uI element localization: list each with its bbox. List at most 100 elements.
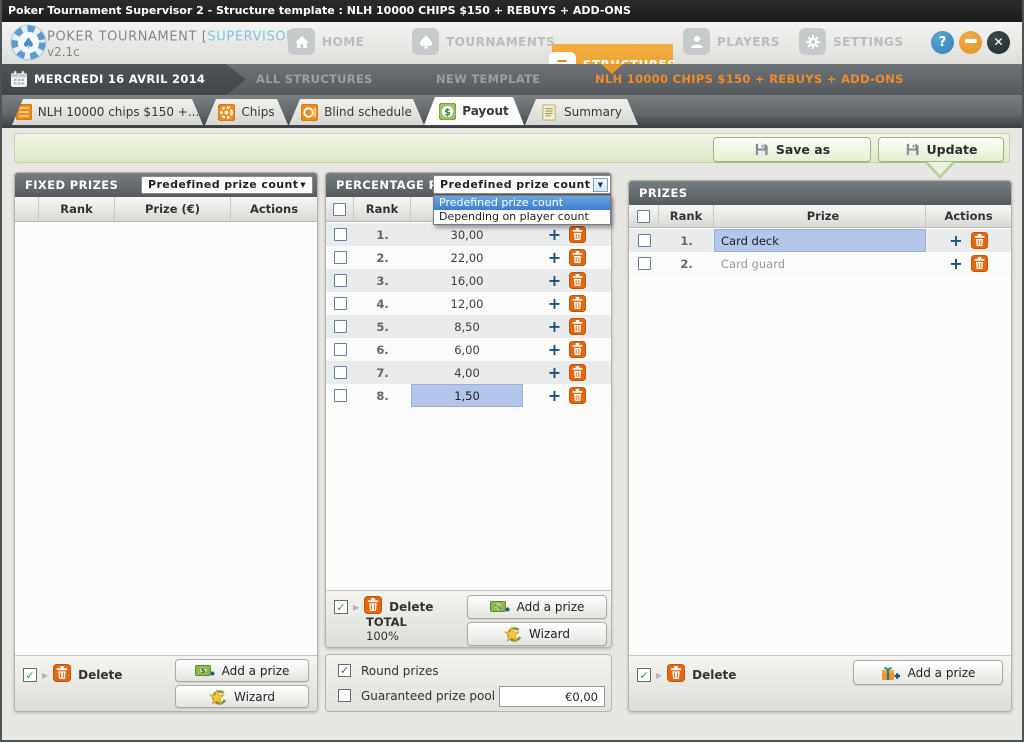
dropdown-option[interactable]: Depending on player count [434, 210, 610, 224]
delete-label[interactable]: Delete [389, 600, 433, 614]
trash-icon[interactable] [569, 226, 586, 243]
prize-value-cell[interactable]: 6,00 [411, 338, 523, 361]
prize-name-cell[interactable]: Card deck [714, 229, 926, 252]
trash-icon[interactable] [569, 341, 586, 358]
minimize-button[interactable] [959, 31, 982, 54]
prize-value-cell[interactable]: 22,00 [411, 246, 523, 269]
row-checkbox[interactable] [638, 257, 651, 270]
chevron-down-icon[interactable]: ▼ [593, 178, 608, 192]
breadcrumb-new-template[interactable]: NEW TEMPLATE [436, 64, 540, 95]
add-fixed-prize-button[interactable]: $ Add a prize [175, 659, 309, 682]
trash-icon[interactable] [569, 387, 586, 404]
table-row[interactable]: 1.Card deck+ [629, 229, 1011, 252]
table-row[interactable]: 1.30,00+ [326, 223, 611, 246]
trash-icon[interactable] [569, 272, 586, 289]
plus-icon[interactable]: + [949, 257, 962, 271]
table-row[interactable]: 7.4,00+ [326, 361, 611, 384]
tab-structure-template[interactable]: NLH 10000 chips $150 +... [12, 99, 203, 125]
help-button[interactable]: ? [931, 31, 954, 54]
plus-icon[interactable]: + [548, 251, 561, 265]
breadcrumb-all-structures[interactable]: ALL STRUCTURES [256, 64, 373, 95]
trash-icon[interactable] [569, 364, 586, 381]
prize-value-cell[interactable]: 4,00 [411, 361, 523, 384]
select-all-checkbox[interactable] [637, 210, 650, 223]
row-checkbox[interactable] [334, 366, 347, 379]
prize-value-cell[interactable]: 30,00 [411, 223, 523, 246]
percentage-prizes-wizard-button[interactable]: Wizard [467, 622, 607, 646]
breadcrumb-date[interactable]: MERCREDI 16 AVRIL 2014 [34, 64, 205, 95]
fixed-prizes-wizard-button[interactable]: Wizard [175, 685, 309, 708]
prize-value-cell[interactable]: 12,00 [411, 292, 523, 315]
delete-label[interactable]: Delete [78, 668, 122, 682]
guaranteed-prize-pool-checkbox[interactable] [338, 689, 351, 702]
trash-icon[interactable] [667, 664, 685, 686]
mode-dropdown-open-list: Predefined prize count Depending on play… [433, 195, 611, 225]
add-material-prize-button[interactable]: Add a prize [853, 660, 1003, 685]
row-checkbox[interactable] [334, 320, 347, 333]
tab-blind-schedule[interactable]: Blind schedule [289, 99, 424, 125]
table-row[interactable]: 8.1,50+ [326, 384, 611, 407]
row-checkbox[interactable] [334, 297, 347, 310]
trash-icon[interactable] [971, 255, 988, 272]
close-button[interactable]: ✕ [987, 31, 1010, 54]
plus-icon[interactable]: + [548, 389, 561, 403]
table-row[interactable]: 5.8,50+ [326, 315, 611, 338]
prize-value-cell[interactable]: 16,00 [411, 269, 523, 292]
row-checkbox[interactable] [334, 228, 347, 241]
row-checkbox[interactable] [334, 251, 347, 264]
plus-icon[interactable]: + [548, 228, 561, 242]
delete-all-checkbox[interactable]: ✓ [23, 668, 37, 682]
prizes-rows: 1.Card deck+2.Card guard+ [629, 229, 1011, 655]
nav-item-players[interactable]: PLAYERS [683, 28, 780, 55]
table-row[interactable]: 6.6,00+ [326, 338, 611, 361]
plus-icon[interactable]: + [949, 234, 962, 248]
plus-icon[interactable]: + [548, 320, 561, 334]
prize-name-cell[interactable]: Card guard [714, 252, 926, 275]
delete-all-checkbox[interactable]: ✓ [334, 600, 348, 614]
tab-chips[interactable]: Chips [205, 99, 288, 125]
update-button[interactable]: Update [878, 137, 1004, 162]
trash-icon[interactable] [569, 318, 586, 335]
nav-item-settings[interactable]: SETTINGS [799, 28, 904, 55]
select-all-checkbox[interactable] [333, 203, 346, 216]
round-prizes-label[interactable]: Round prizes [361, 664, 439, 678]
guaranteed-prize-pool-label[interactable]: Guaranteed prize pool [361, 689, 495, 703]
nav-item-tournaments[interactable]: TOURNAMENTS [412, 28, 555, 55]
trash-icon[interactable] [971, 232, 988, 249]
percentage-prizes-mode-dropdown[interactable]: Predefined prize count ▼ [433, 175, 611, 194]
add-percentage-prize-button[interactable]: % Add a prize [467, 595, 607, 619]
plus-icon[interactable]: + [548, 366, 561, 380]
table-row[interactable]: 3.16,00 + [326, 269, 611, 292]
delete-label[interactable]: Delete [692, 668, 736, 682]
percentage-rows: 1.30,00+2.22,00+3.16,00+4.12,00+5.8,50+6… [326, 223, 611, 590]
row-checkbox[interactable] [334, 274, 347, 287]
svg-text:$: $ [444, 107, 451, 118]
plus-icon[interactable]: + [548, 274, 561, 288]
dropdown-option[interactable]: Predefined prize count [434, 196, 610, 210]
save-as-button[interactable]: Save as [713, 137, 871, 162]
table-row[interactable]: 2.22,00+ [326, 246, 611, 269]
row-checkbox[interactable] [638, 234, 651, 247]
trash-icon[interactable] [569, 249, 586, 266]
plus-icon[interactable]: + [548, 297, 561, 311]
checkbox-cell [326, 292, 354, 315]
nav-item-home[interactable]: HOME [288, 28, 364, 55]
guaranteed-prize-pool-input[interactable] [499, 686, 605, 707]
tab-payout[interactable]: $ Payout [424, 97, 524, 125]
row-checkbox[interactable] [334, 389, 347, 402]
checkbox-cell [326, 269, 354, 292]
prize-value-cell[interactable]: 8,50 [411, 315, 523, 338]
delete-all-checkbox[interactable]: ✓ [637, 668, 651, 682]
prize-value-cell[interactable]: 1,50 [411, 384, 523, 407]
plus-icon[interactable]: + [548, 343, 561, 357]
tab-summary[interactable]: Summary [525, 99, 638, 125]
trash-icon[interactable] [569, 295, 586, 312]
fixed-prizes-mode-dropdown[interactable]: Predefined prize count ▼ [141, 176, 313, 194]
check-icon: ✓ [340, 664, 349, 677]
round-prizes-checkbox[interactable]: ✓ [338, 664, 351, 677]
trash-icon[interactable] [53, 664, 71, 686]
rank-cell: 3. [354, 269, 411, 292]
row-checkbox[interactable] [334, 343, 347, 356]
table-row[interactable]: 2.Card guard+ [629, 252, 1011, 275]
table-row[interactable]: 4.12,00+ [326, 292, 611, 315]
